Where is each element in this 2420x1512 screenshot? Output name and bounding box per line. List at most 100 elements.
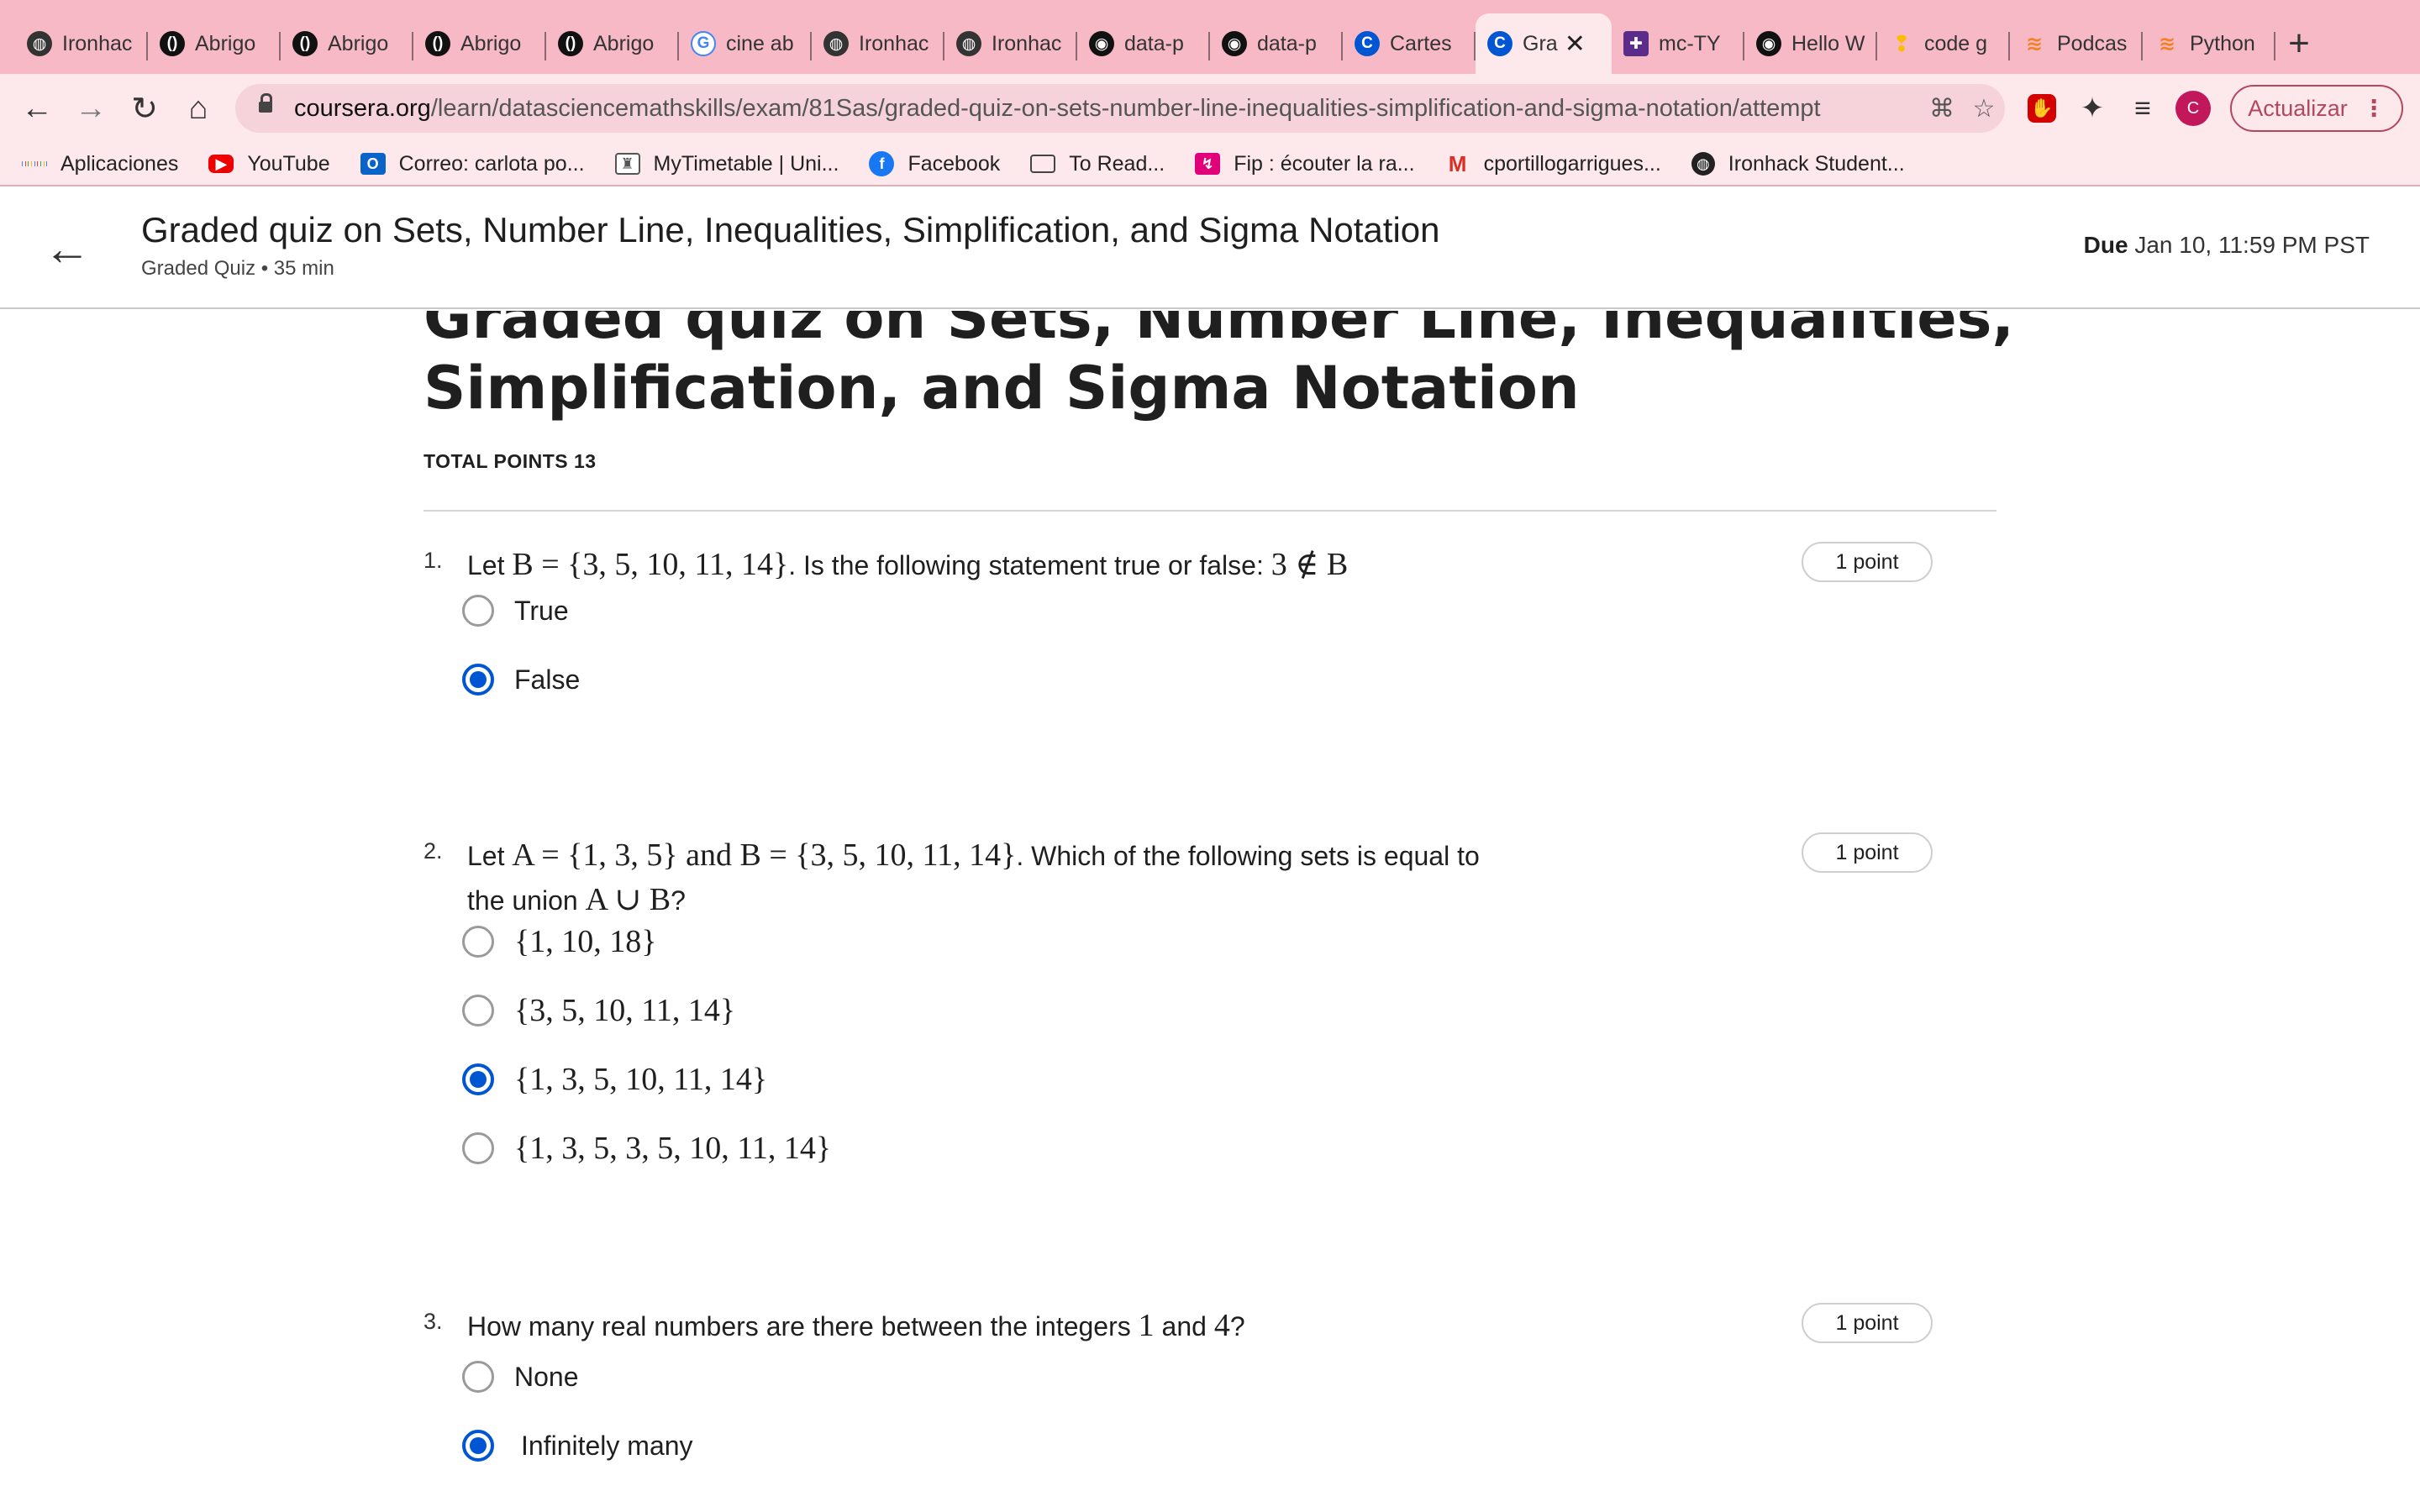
address-bar[interactable]: coursera.org/learn/datasciencemathskills…	[235, 84, 2005, 133]
media-icon[interactable]: ≡	[2118, 83, 2168, 134]
option-d[interactable]: {1, 3, 5, 3, 5, 10, 11, 14}	[462, 1127, 831, 1169]
radio-button-selected[interactable]	[462, 1430, 494, 1462]
header-title: Graded quiz on Sets, Number Line, Inequa…	[141, 210, 1440, 249]
radio-button-selected[interactable]	[462, 1063, 494, 1095]
quiz-content: Graded quiz on Sets, Number Line, Inequa…	[0, 311, 2420, 1512]
browser-tab[interactable]: () Abrigo	[546, 13, 679, 74]
more-icon: ⋮	[2362, 95, 2386, 121]
url-text[interactable]: coursera.org/learn/datasciencemathskills…	[294, 95, 1921, 123]
new-tab-icon[interactable]: +	[2275, 13, 2323, 74]
bookmark-fip[interactable]: ↯ Fip : écouter la ra...	[1195, 152, 1415, 176]
browser-tab[interactable]: ◍ Ironhac	[15, 13, 148, 74]
radio-button[interactable]	[462, 926, 494, 958]
radio-button[interactable]	[462, 1132, 494, 1164]
browser-tab[interactable]: ◉ data-p	[1077, 13, 1210, 74]
radio-button[interactable]	[462, 595, 494, 627]
update-button[interactable]: Actualizar ⋮	[2230, 85, 2403, 132]
globe-icon: ◍	[1691, 152, 1715, 176]
outlook-icon: O	[360, 153, 386, 175]
points-badge: 1 point	[1802, 832, 1933, 873]
facebook-icon: f	[869, 151, 895, 176]
lock-icon	[259, 93, 272, 117]
extensions-icon[interactable]: ✦	[2067, 83, 2118, 134]
total-points: TOTAL POINTS 13	[424, 450, 597, 472]
browser-tab[interactable]: ◍ Ironhac	[812, 13, 944, 74]
back-arrow-icon[interactable]: ←	[44, 225, 91, 272]
due-date: Due Jan 10, 11:59 PM PST	[2083, 232, 2370, 258]
browser-tab[interactable]: () Abrigo	[281, 13, 413, 74]
browser-tab[interactable]: ❢ code g	[1877, 13, 2010, 74]
browser-toolbar: ← → ↻ ⌂ coursera.org/learn/datasciencema…	[0, 74, 2420, 143]
back-icon[interactable]: ←	[10, 81, 64, 135]
browser-tab[interactable]: ≋ Podcas	[2010, 13, 2143, 74]
divider	[424, 510, 1996, 512]
option-a[interactable]: {1, 10, 18}	[462, 921, 656, 963]
option-c[interactable]: {1, 3, 5, 10, 11, 14}	[462, 1058, 767, 1100]
coursera-icon: C	[1487, 31, 1512, 56]
radio-button-selected[interactable]	[462, 664, 494, 696]
points-badge: 1 point	[1802, 1303, 1933, 1343]
google-icon: G	[691, 31, 716, 56]
brand-icon: ()	[425, 31, 450, 56]
header-subtitle: Graded Quiz • 35 min	[141, 257, 334, 280]
bookmark-ironhack[interactable]: ◍ Ironhack Student...	[1691, 152, 1905, 176]
brand-icon: ()	[558, 31, 583, 56]
browser-tab[interactable]: ◉ data-p	[1210, 13, 1343, 74]
radio-button[interactable]	[462, 995, 494, 1026]
browser-tab[interactable]: () Abrigo	[413, 13, 546, 74]
apps-grid-icon	[21, 153, 48, 175]
bookmarks-bar: Aplicaciones ▶ YouTube O Correo: carlota p…	[0, 143, 2420, 186]
forward-icon[interactable]: →	[64, 81, 118, 135]
tab-strip: ◍ Ironhac () Abrigo () Abrigo () Abrigo () Ab…	[0, 0, 2420, 74]
option-none[interactable]: None	[462, 1356, 579, 1398]
bookmark-mytimetable[interactable]: ♜ MyTimetable | Uni...	[614, 152, 839, 176]
github-icon: ◉	[1756, 31, 1781, 56]
browser-tab[interactable]: ◉ Hello W	[1744, 13, 1877, 74]
browser-tab[interactable]: C Cartes	[1343, 13, 1476, 74]
reload-icon[interactable]: ↻	[118, 81, 171, 135]
question-text: Let B = {3, 5, 10, 11, 14}. Is the follo…	[467, 547, 1349, 582]
crest-icon: ♜	[614, 153, 640, 175]
option-true[interactable]: True	[462, 590, 569, 632]
github-icon: ◉	[1222, 31, 1247, 56]
youtube-icon: ▶	[208, 155, 234, 173]
browser-tab[interactable]: () Abrigo	[148, 13, 281, 74]
browser-tab[interactable]: ◍ Ironhac	[944, 13, 1077, 74]
question-number: 1.	[424, 548, 443, 573]
page-title: Graded quiz on Sets, Number Line, Inequa…	[424, 311, 2015, 423]
bookmark-facebook[interactable]: f Facebook	[869, 151, 1000, 176]
pin-icon: ❢	[1892, 30, 1911, 56]
github-icon: ◉	[1089, 31, 1114, 56]
translate-icon[interactable]: ⌘	[1921, 87, 1963, 129]
bookmark-gmail[interactable]: Mcportillogarrigues...	[1445, 151, 1661, 176]
shield-icon: ✚	[1623, 31, 1649, 56]
bookmark-folder[interactable]: To Read...	[1030, 152, 1165, 176]
stack-icon: ≋	[2158, 32, 2176, 55]
brand-icon: ()	[292, 31, 318, 56]
coursera-icon: C	[1355, 31, 1380, 56]
option-infinitely-many[interactable]: Infinitely many	[462, 1425, 693, 1467]
globe-icon: ◍	[956, 31, 981, 56]
browser-tab[interactable]: ≋ Python	[2143, 13, 2275, 74]
option-b[interactable]: {3, 5, 10, 11, 14}	[462, 990, 735, 1032]
bookmark-outlook[interactable]: O Correo: carlota po...	[360, 152, 585, 176]
radio-button[interactable]	[462, 1361, 494, 1393]
option-false[interactable]: False	[462, 659, 580, 701]
browser-tab[interactable]: Gcine ab	[679, 13, 812, 74]
close-tab-icon[interactable]: ✕	[1565, 29, 1586, 59]
bookmark-apps[interactable]: Aplicaciones	[21, 152, 178, 176]
avatar: C	[2175, 91, 2211, 126]
brand-icon: ()	[160, 31, 185, 56]
browser-tab-active[interactable]: C Gra ✕	[1476, 13, 1612, 74]
globe-icon: ◍	[823, 31, 849, 56]
adblock-icon[interactable]: ✋	[2017, 83, 2067, 134]
question-text: How many real numbers are there between …	[467, 1308, 1245, 1343]
browser-tab[interactable]: ✚ mc-TY	[1612, 13, 1744, 74]
folder-icon	[1030, 155, 1056, 173]
profile-button[interactable]: C	[2168, 83, 2218, 134]
star-icon[interactable]: ☆	[1963, 87, 2005, 129]
stack-icon: ≋	[2025, 32, 2044, 55]
home-icon[interactable]: ⌂	[171, 81, 225, 135]
bookmark-youtube[interactable]: ▶ YouTube	[208, 152, 330, 176]
question-number: 2.	[424, 838, 443, 864]
